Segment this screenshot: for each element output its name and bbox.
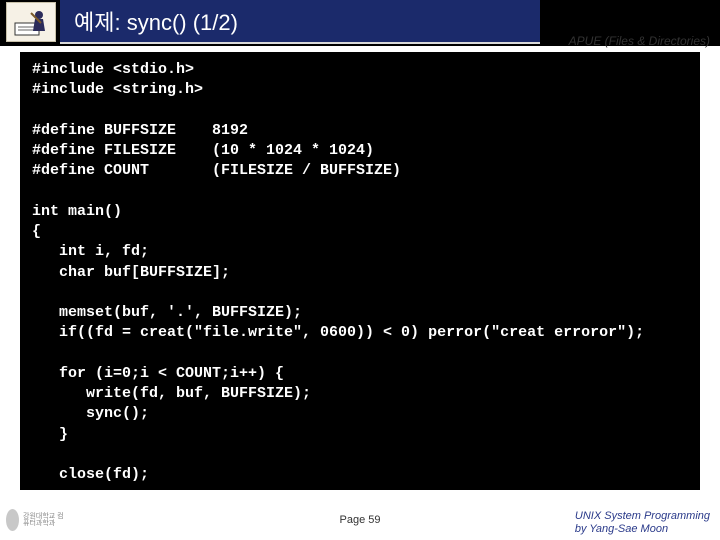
footer-credits: UNIX System Programming by Yang-Sae Moon bbox=[575, 510, 710, 536]
slide-title: 예제: sync() (1/2) bbox=[74, 5, 238, 37]
page-number: Page 59 bbox=[340, 514, 381, 526]
footer: 강원대학교 컴퓨터과학과 Page 59 UNIX System Program… bbox=[0, 500, 720, 540]
logo-text: 강원대학교 컴퓨터과학과 bbox=[23, 513, 66, 527]
apue-label: APUE (Files & Directories) bbox=[569, 34, 710, 48]
course-title: UNIX System Programming bbox=[575, 510, 710, 523]
code-text: #include <stdio.h> #include <string.h> #… bbox=[32, 60, 692, 540]
university-logo: 강원대학교 컴퓨터과학과 bbox=[6, 505, 66, 535]
course-author: by Yang-Sae Moon bbox=[575, 523, 710, 536]
logo-badge-icon bbox=[6, 509, 19, 531]
header-bar: 예제: sync() (1/2) APUE (Files & Directori… bbox=[0, 0, 720, 46]
slide: 예제: sync() (1/2) APUE (Files & Directori… bbox=[0, 0, 720, 540]
writer-icon bbox=[6, 2, 56, 42]
title-bar: 예제: sync() (1/2) bbox=[60, 0, 540, 44]
code-block: #include <stdio.h> #include <string.h> #… bbox=[20, 52, 700, 490]
